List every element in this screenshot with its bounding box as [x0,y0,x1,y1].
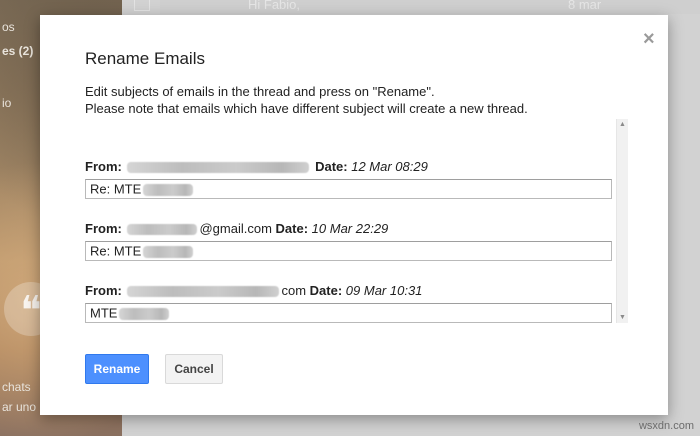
close-icon[interactable]: × [643,29,655,49]
email-entry: From: @gmail.com Date: 10 Mar 22:29 Re: … [85,221,613,261]
subject-text: MTE [90,305,118,321]
redacted-sender [127,286,280,298]
rename-emails-dialog: × Rename Emails Edit subjects of emails … [40,15,668,415]
sidebar-fragment: es (2) [2,44,34,58]
sidebar-fragment: io [2,96,12,110]
subject-input[interactable]: MTE [85,303,612,323]
sidebar-fragment: os [2,20,15,34]
description-line: Please note that emails which have diffe… [85,101,528,116]
redacted-subject [119,307,170,320]
sidebar-fragment: ar uno [2,400,37,414]
sender-suffix: com [281,283,307,298]
from-label: From: [85,159,122,174]
scroll-down-arrow-icon[interactable]: ▼ [618,314,627,321]
from-label: From: [85,221,122,236]
redacted-sender [127,224,198,236]
date-label: Date: [275,221,309,236]
watermark: wsxdn.com [638,420,694,432]
subject-text: Re: MTE [90,243,142,259]
email-date: 09 Mar 10:31 [345,283,423,298]
email-row: Hi Fabio, 8 mar [160,0,700,14]
cancel-button[interactable]: Cancel [165,354,223,384]
email-list-scrollbar[interactable]: ▲ ▼ [616,119,628,323]
sender-suffix: @gmail.com [199,221,272,236]
dialog-description: Edit subjects of emails in the thread an… [85,83,528,117]
sidebar-fragment: chats [2,380,31,394]
date-label: Date: [315,159,348,174]
scroll-up-arrow-icon[interactable]: ▲ [618,121,627,128]
email-list: From: Date: 12 Mar 08:29 Re: MTE From: @… [85,121,627,323]
subject-input[interactable]: Re: MTE [85,241,612,261]
date-label: Date: [309,283,343,298]
email-date: 12 Mar 08:29 [351,159,428,174]
redacted-sender [127,162,310,174]
email-header: From: @gmail.com Date: 10 Mar 22:29 [85,221,613,239]
subject-input[interactable]: Re: MTE [85,179,612,199]
email-entry: From: Date: 12 Mar 08:29 Re: MTE [85,159,613,199]
redacted-subject [143,183,194,196]
email-row-snippet: Hi Fabio, [248,0,301,12]
email-header: From: Date: 12 Mar 08:29 [85,159,613,177]
rename-button[interactable]: Rename [85,354,149,384]
email-date: 10 Mar 22:29 [311,221,389,236]
email-row-checkbox [134,0,150,11]
dialog-title: Rename Emails [85,49,205,68]
email-entry: From: com Date: 09 Mar 10:31 MTE [85,283,613,323]
email-header: From: com Date: 09 Mar 10:31 [85,283,613,301]
redacted-subject [143,245,194,258]
description-line: Edit subjects of emails in the thread an… [85,84,435,99]
email-row-date: 8 mar [568,0,602,12]
from-label: From: [85,283,122,298]
subject-text: Re: MTE [90,181,142,197]
